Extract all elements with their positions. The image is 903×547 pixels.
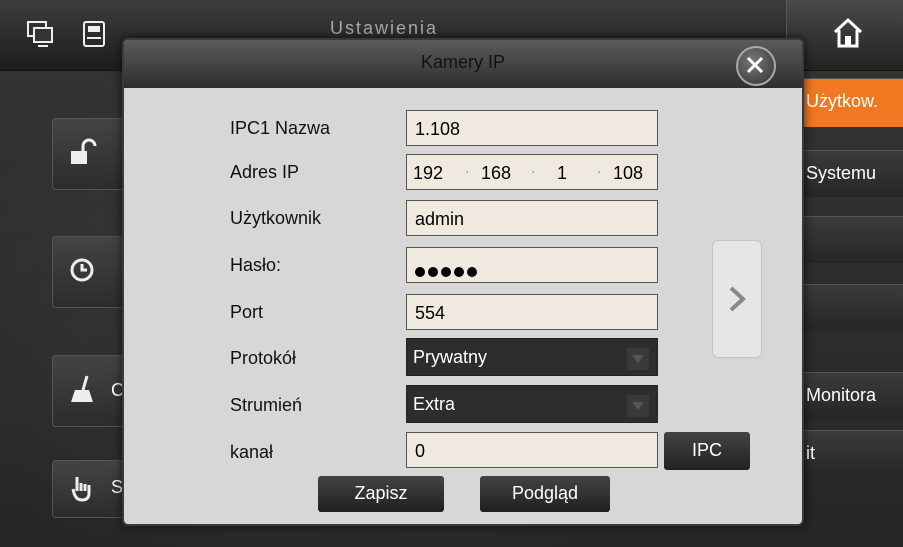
clock-icon <box>70 258 94 282</box>
ip-octet-1[interactable]: 192 <box>413 163 443 184</box>
ip-separator: · <box>597 163 602 179</box>
tab-label: Monitora <box>806 385 877 405</box>
stream-value: Extra <box>413 394 456 414</box>
ip-camera-dialog: Kamery IP IPC1 Nazwa Adres IP Użytkownik… <box>122 38 804 526</box>
preview-button[interactable]: Podgląd <box>480 476 610 512</box>
ipc-button[interactable]: IPC <box>664 432 750 470</box>
chevron-down-icon <box>627 348 649 370</box>
channel-input[interactable]: 0 <box>406 432 658 468</box>
ip-octet-3[interactable]: 1 <box>557 163 567 184</box>
next-page-button[interactable] <box>712 240 762 358</box>
hand-pointer-icon <box>71 477 91 502</box>
ip-octet-2[interactable]: 168 <box>481 163 511 184</box>
tab-exit[interactable]: it <box>800 430 903 477</box>
chevron-right-icon <box>729 286 746 312</box>
save-button[interactable]: Zapisz <box>318 476 444 512</box>
ip-separator: · <box>465 163 470 179</box>
label-port: Port <box>230 302 264 322</box>
label-protocol: Protokół <box>230 348 297 368</box>
monitor-icon[interactable] <box>24 18 58 52</box>
channel-value: 0 <box>415 441 426 461</box>
sd-card-icon[interactable] <box>78 18 112 52</box>
label-ip: Adres IP <box>230 162 300 182</box>
label-user: Użytkownik <box>230 208 322 228</box>
side-button-system[interactable]: Sy <box>52 460 132 518</box>
username-input[interactable]: admin <box>406 200 658 236</box>
protocol-select[interactable]: Prywatny <box>406 338 658 376</box>
unlock-icon <box>71 138 97 164</box>
name-value: 1.108 <box>415 119 461 139</box>
port-value: 554 <box>415 303 446 323</box>
broom-icon <box>71 375 93 402</box>
tab-monitora[interactable]: Monitora <box>800 372 903 419</box>
name-input[interactable]: 1.108 <box>406 110 658 146</box>
ip-address-input[interactable]: 192 · 168 · 1 · 108 <box>406 154 658 190</box>
password-input[interactable] <box>406 247 658 283</box>
side-button-clock[interactable] <box>52 236 128 308</box>
protocol-value: Prywatny <box>413 347 488 367</box>
tab-empty-1[interactable] <box>800 216 903 263</box>
label-name: IPC1 Nazwa <box>230 118 331 138</box>
home-icon <box>833 17 863 48</box>
tab-uzytkow[interactable]: Użytkow. <box>800 78 903 127</box>
label-stream: Strumień <box>230 395 303 415</box>
side-button-unlock[interactable] <box>52 118 128 190</box>
label-password: Hasło: <box>230 255 282 275</box>
label-channel: kanał <box>230 442 274 462</box>
tab-label: it <box>806 443 815 463</box>
tab-empty-2[interactable] <box>800 284 903 331</box>
background-title: Ustawienia <box>330 18 439 38</box>
stream-select[interactable]: Extra <box>406 385 658 423</box>
port-input[interactable]: 554 <box>406 294 658 330</box>
username-value: admin <box>415 209 465 229</box>
close-button[interactable] <box>736 46 776 86</box>
password-mask <box>415 261 480 282</box>
ip-octet-4[interactable]: 108 <box>613 163 643 184</box>
close-icon <box>746 56 764 74</box>
dialog-header: Kamery IP <box>124 40 802 88</box>
tab-label: Użytkow. <box>806 91 879 111</box>
dialog-title: Kamery IP <box>420 52 506 72</box>
ip-separator: · <box>531 163 536 179</box>
side-button-clean[interactable]: Cz <box>52 355 133 427</box>
chevron-down-icon <box>627 395 649 417</box>
tab-label: Systemu <box>806 163 877 183</box>
tab-systemu[interactable]: Systemu <box>800 150 903 197</box>
